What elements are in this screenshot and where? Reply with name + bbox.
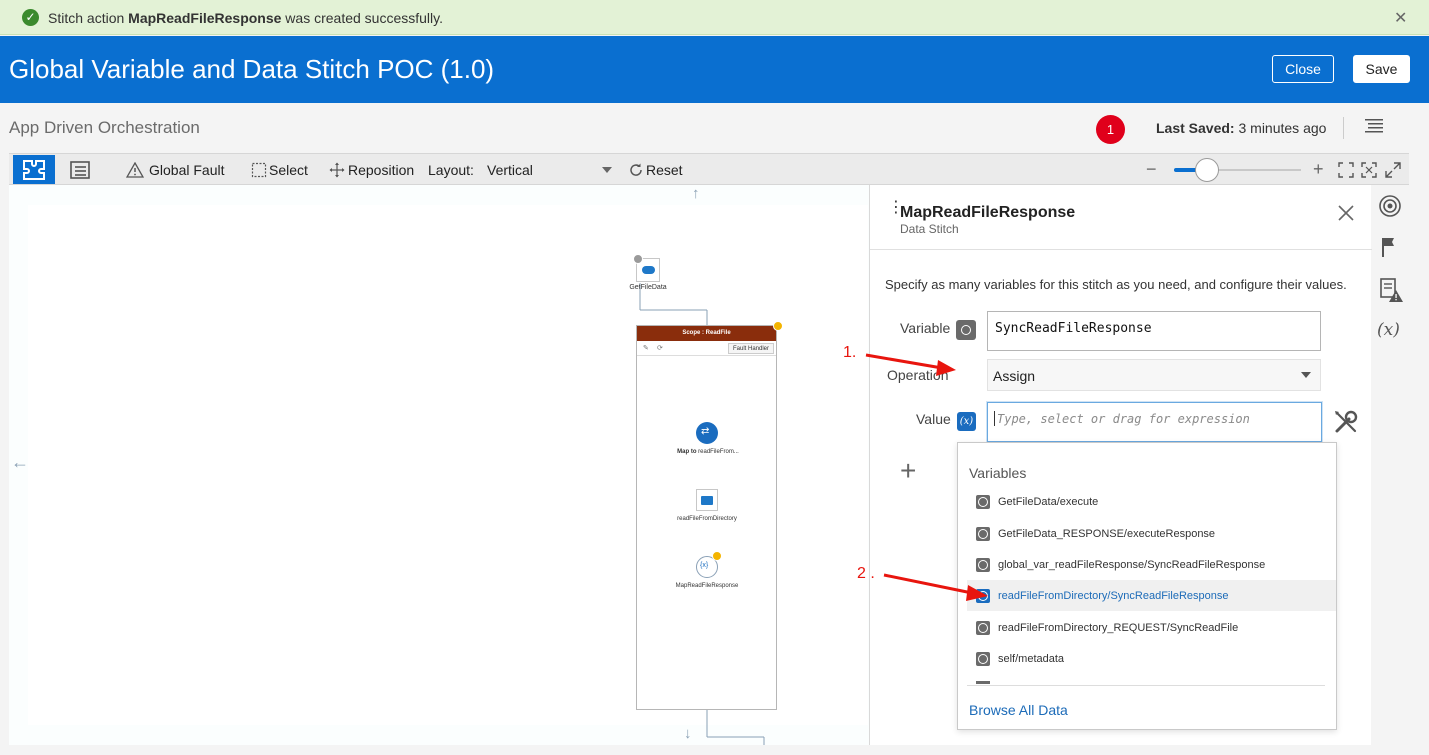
wrench-icon[interactable] — [1332, 408, 1360, 436]
scope-header: Scope : ReadFile — [637, 326, 776, 341]
variable-object-icon — [976, 620, 990, 635]
flag-icon[interactable] — [1378, 235, 1402, 259]
variable-name-input[interactable]: SyncReadFileResponse — [987, 311, 1321, 351]
puzzle-icon — [23, 159, 45, 180]
variable-object-icon — [976, 651, 990, 666]
variable-object-icon — [976, 557, 990, 572]
dropdown-header: Variables — [969, 465, 1027, 481]
node-stitch-label: MapReadFileResponse — [675, 583, 739, 589]
check-circle-icon: ✓ — [22, 9, 39, 26]
integration-style-label: App Driven Orchestration — [9, 118, 200, 137]
variable-option[interactable]: self/metadata — [967, 643, 1336, 674]
success-banner: ✓ Stitch action MapReadFileResponse was … — [0, 0, 1429, 35]
refresh-icon — [630, 163, 642, 176]
variables-dropdown: Variables GetFileData/execute GetFileDat… — [957, 442, 1337, 730]
pseudo-view-toggle[interactable] — [59, 155, 101, 184]
sub-header: App Driven Orchestration 1 Last Saved: 3… — [0, 103, 1429, 153]
variable-object-icon — [976, 526, 990, 541]
last-saved: Last Saved: 3 minutes ago — [1156, 120, 1327, 136]
zoom-slider-handle[interactable] — [1195, 158, 1219, 182]
operation-label: Operation — [887, 367, 949, 383]
document-warning-icon[interactable] — [1378, 277, 1404, 303]
panel-title: MapReadFileResponse — [900, 204, 1076, 221]
list-view-icon — [70, 160, 90, 179]
fault-handler-tab[interactable]: Fault Handler — [728, 343, 775, 354]
variables-icon[interactable]: (x) — [1377, 320, 1400, 340]
dropdown-divider — [967, 685, 1325, 686]
right-rail: (x) — [1371, 185, 1409, 745]
variable-type-icon — [956, 320, 976, 340]
zoom-in-icon[interactable]: + — [1313, 154, 1324, 185]
node-map-label: Map to readFileFrom... — [677, 449, 739, 455]
banner-message: Stitch action MapReadFileResponse was cr… — [48, 10, 444, 26]
add-variable-button[interactable]: + — [900, 457, 916, 485]
scope-warning-icon — [773, 321, 783, 331]
expand-icon[interactable] — [1385, 162, 1401, 178]
variable-option-highlighted[interactable]: readFileFromDirectory/SyncReadFileRespon… — [967, 580, 1336, 611]
node-getfiledata-label: GetFileData — [629, 284, 667, 291]
target-icon[interactable] — [1378, 194, 1402, 218]
canvas-toolbar: Global Fault Select Reposition Layout: V… — [9, 153, 1409, 185]
variable-option[interactable]: readFileFromDirectory_REQUEST/SyncReadFi… — [967, 612, 1336, 643]
node-readfile-label: readFileFromDirectory — [677, 516, 737, 522]
page-title: Global Variable and Data Stitch POC (1.0… — [9, 54, 495, 84]
annotation-step-2: 2 . — [857, 565, 875, 582]
node-map[interactable]: ⇄ — [696, 422, 718, 444]
trigger-badge-icon — [633, 254, 643, 264]
operation-select[interactable]: Assign — [987, 359, 1321, 391]
app-root: ✓ Stitch action MapReadFileResponse was … — [0, 0, 1429, 755]
variable-object-icon — [976, 588, 990, 603]
variable-option[interactable]: GetFileData_RESPONSE/executeResponse — [967, 518, 1336, 549]
chevron-down-icon — [602, 167, 612, 173]
error-count-badge[interactable]: 1 — [1096, 115, 1125, 144]
value-label: Value — [916, 411, 951, 427]
variable-object-icon — [976, 681, 990, 684]
text-cursor — [994, 411, 995, 426]
banner-action-name: MapReadFileResponse — [128, 10, 282, 26]
annotation-step-1: 1. — [843, 344, 857, 361]
value-expression-input[interactable]: Type, select or drag for expression — [987, 402, 1322, 442]
select-tool-button[interactable]: Select — [251, 154, 308, 185]
edit-icon[interactable]: ✎ — [643, 344, 649, 352]
title-bar: Global Variable and Data Stitch POC (1.0… — [0, 36, 1429, 103]
select-box-icon — [251, 162, 267, 177]
cloud-icon — [642, 266, 655, 274]
stitch-warning-icon — [712, 551, 722, 561]
variable-option[interactable]: GetFileData/execute — [967, 486, 1336, 517]
panel-description: Specify as many variables for this stitc… — [885, 277, 1347, 292]
expression-icon[interactable]: (x) — [957, 412, 976, 431]
warning-icon — [126, 161, 144, 178]
variable-label: Variable — [900, 320, 951, 336]
node-readfile[interactable] — [696, 489, 718, 511]
move-icon — [329, 162, 345, 177]
folder-icon — [701, 496, 713, 505]
fit-to-screen-icon[interactable] — [1338, 162, 1354, 178]
canvas-view-toggle[interactable] — [13, 155, 55, 184]
close-icon[interactable] — [1336, 203, 1356, 223]
map-icon: ⇄ — [701, 426, 710, 437]
hamburger-menu-icon[interactable] — [1365, 118, 1383, 134]
variable-object-icon — [976, 494, 990, 509]
chevron-down-icon — [1301, 372, 1311, 378]
banner-close-icon[interactable]: ✕ — [1394, 8, 1407, 28]
variable-option[interactable]: global_var_readFileResponse/SyncReadFile… — [967, 549, 1336, 580]
browse-all-data-link[interactable]: Browse All Data — [969, 702, 1068, 718]
save-button[interactable]: Save — [1353, 55, 1410, 83]
orchestration-canvas[interactable]: ↑ ← ↓ GetFileData Scope : ReadFile ✎ ⟳ F… — [9, 185, 869, 745]
zoom-out-icon[interactable]: − — [1146, 154, 1157, 185]
actual-size-icon[interactable] — [1361, 162, 1377, 178]
variable-icon: {x} — [700, 562, 709, 569]
reposition-tool-button[interactable]: Reposition — [329, 154, 414, 185]
layout-label: Layout: — [428, 161, 474, 178]
close-button[interactable]: Close — [1272, 55, 1334, 83]
reset-button[interactable]: Reset — [628, 154, 683, 185]
global-fault-button[interactable]: Global Fault — [126, 154, 224, 185]
panel-header: ⋮ MapReadFileResponse Data Stitch — [870, 185, 1372, 250]
panel-subtitle: Data Stitch — [900, 222, 959, 236]
layout-select[interactable]: Vertical — [487, 154, 612, 185]
refresh-icon[interactable]: ⟳ — [657, 344, 663, 352]
data-stitch-panel: ⋮ MapReadFileResponse Data Stitch Specif… — [869, 185, 1372, 745]
divider — [1343, 117, 1344, 139]
scope-toolbar: ✎ ⟳ Fault Handler — [637, 341, 776, 356]
